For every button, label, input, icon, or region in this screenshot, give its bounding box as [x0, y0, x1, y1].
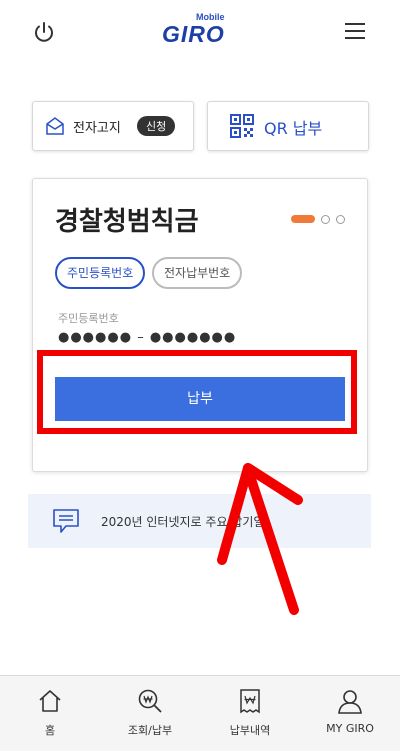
nav-inquiry-pay-label: 조회/납부: [127, 724, 173, 737]
e-invoice-apply-badge: 신청: [137, 116, 176, 136]
nav-inquiry-pay[interactable]: 조회/납부: [100, 676, 200, 751]
won-search-icon: [138, 689, 162, 713]
nav-home-label: 홈: [44, 724, 56, 737]
qr-pay-button[interactable]: QR 납부: [207, 101, 369, 151]
chat-notice-icon: [53, 509, 79, 533]
pager-dot[interactable]: [321, 215, 330, 224]
receipt-icon: [240, 689, 260, 714]
pager-dot[interactable]: [336, 215, 345, 224]
app-header: Mobile GIRO: [0, 0, 400, 64]
giro-logo[interactable]: Mobile GIRO: [158, 12, 242, 48]
power-icon[interactable]: [32, 20, 56, 44]
bottom-navigation: 홈 조회/납부 납부내역 MY GIRO: [0, 675, 400, 751]
e-invoice-label: 전자고지: [73, 121, 121, 136]
nav-home[interactable]: 홈: [0, 676, 100, 751]
card-title: 경찰청범칙금: [55, 207, 199, 237]
pager-dot-active[interactable]: [291, 215, 315, 223]
hamburger-menu-icon[interactable]: [344, 21, 366, 41]
qr-code-icon: [230, 114, 254, 138]
red-highlight-box: [37, 350, 357, 434]
tab-e-payment-number[interactable]: 전자납부번호: [152, 257, 243, 289]
nav-my-giro[interactable]: MY GIRO: [300, 676, 400, 751]
user-icon: [338, 690, 362, 714]
home-icon: [39, 690, 61, 712]
logo-giro-text: GIRO: [162, 21, 225, 47]
field-label: 주민등록번호: [58, 312, 119, 325]
notice-banner[interactable]: 2020년 인터넷지로 주요 납기일: [28, 494, 371, 548]
tab-resident-number[interactable]: 주민등록번호: [55, 257, 146, 289]
resident-number-field[interactable]: ●●●●●● – ●●●●●●●: [58, 330, 236, 345]
nav-my-giro-label: MY GIRO: [326, 722, 374, 735]
qr-pay-label: QR 납부: [264, 119, 323, 138]
notice-text: 2020년 인터넷지로 주요 납기일: [101, 515, 265, 529]
envelope-icon: [46, 117, 64, 135]
nav-payment-history-label: 납부내역: [229, 724, 271, 737]
nav-payment-history[interactable]: 납부내역: [200, 676, 300, 751]
e-invoice-button[interactable]: 전자고지 신청: [32, 101, 194, 151]
